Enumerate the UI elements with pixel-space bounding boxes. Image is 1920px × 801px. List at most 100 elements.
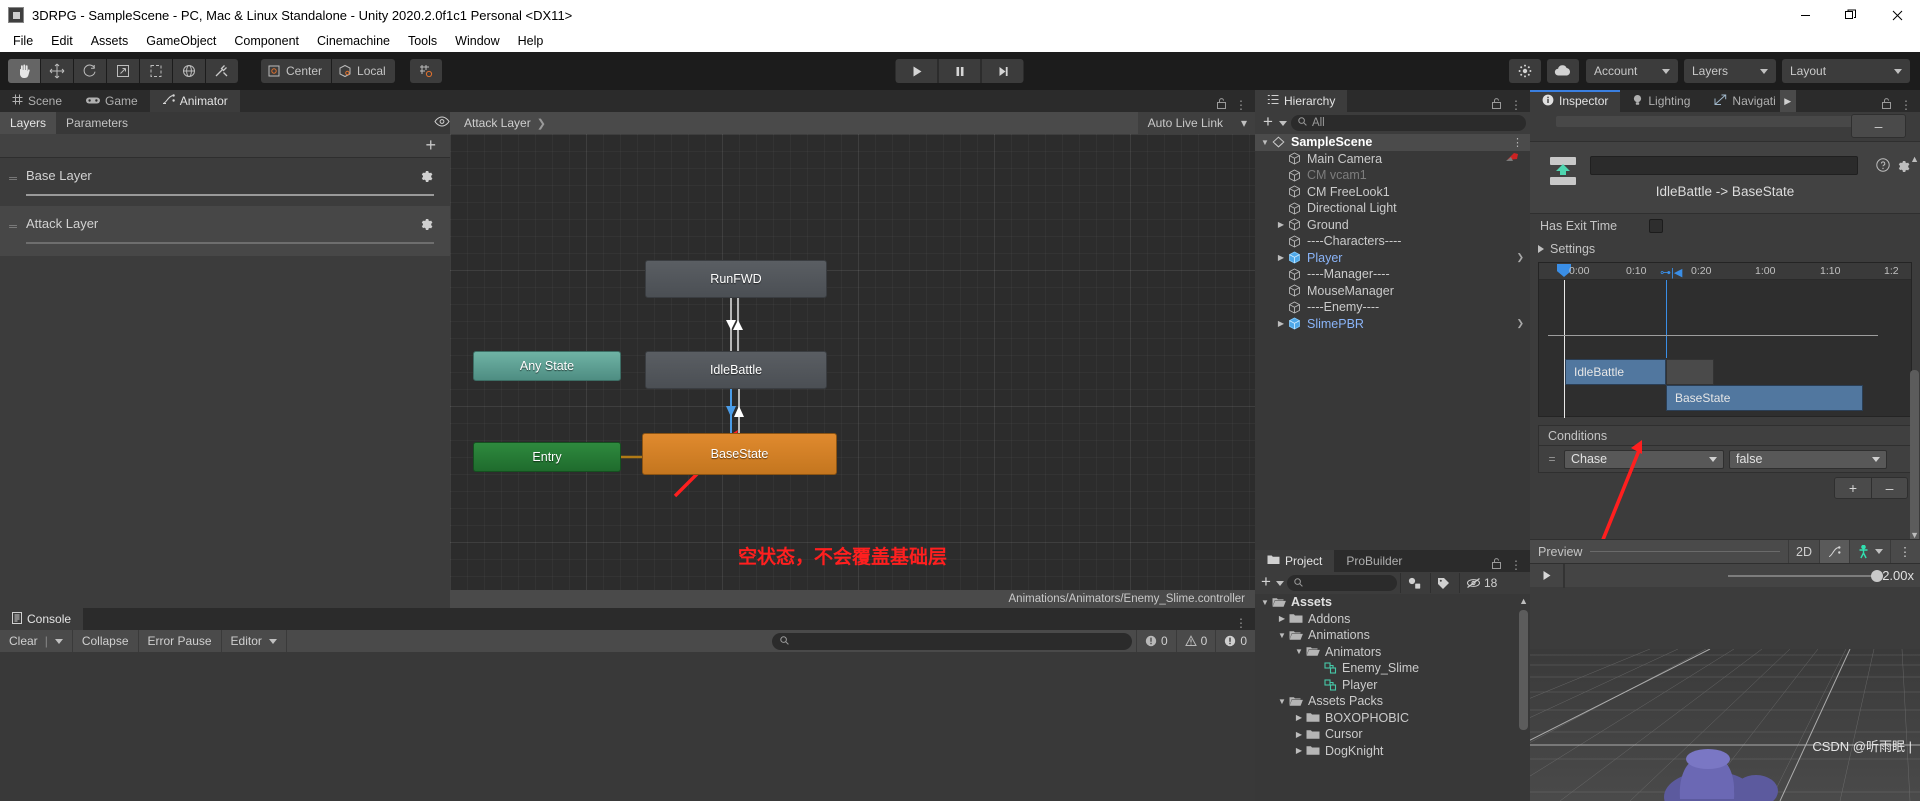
help-icon[interactable] [1876, 158, 1890, 175]
menu-cinemachine[interactable]: Cinemachine [308, 32, 399, 50]
console-tab-actions[interactable]: ⋮ [1235, 616, 1255, 630]
project-scroll-thumb[interactable] [1519, 610, 1528, 730]
timeline-playhead[interactable] [1564, 280, 1565, 418]
step-button[interactable] [981, 59, 1024, 83]
state-node-any-state[interactable]: Any State [473, 351, 621, 381]
preview-speed-knob[interactable] [1871, 569, 1884, 582]
inspector-tab-actions[interactable]: ⋮ [1881, 97, 1920, 112]
hierarchy-item-cm-freelook1[interactable]: CM FreeLook1 [1255, 184, 1530, 201]
hierarchy-item-player[interactable]: ▶ Player ❯ [1255, 250, 1530, 267]
editor-dropdown[interactable]: Editor [222, 630, 287, 652]
state-node-runfwd[interactable]: RunFWD [645, 260, 827, 298]
tab-hierarchy[interactable]: Hierarchy [1255, 90, 1348, 112]
main-toolbar[interactable]: Center Local Account Layers Layout [0, 52, 1920, 90]
layer-row-base[interactable]: ═ Base Layer [0, 158, 450, 208]
project-tab-actions[interactable]: ⋮ [1491, 557, 1530, 572]
chevron-down-icon[interactable] [1275, 580, 1284, 586]
filter-by-type-icon[interactable] [1399, 573, 1427, 593]
hierarchy-item-slimepbr[interactable]: ▶ SlimePBR ❯ [1255, 316, 1530, 333]
chevron-right-icon[interactable]: ▶ [1275, 319, 1287, 328]
project-item-animators[interactable]: ▼ Animators [1255, 644, 1530, 661]
preview-kebab-icon[interactable]: ⋮ [1890, 539, 1920, 564]
console-log-list[interactable] [0, 652, 1255, 801]
kebab-menu-icon[interactable]: ⋮ [1512, 136, 1524, 149]
preview-playbar[interactable]: 2.00x [1530, 563, 1920, 588]
pivot-group[interactable]: Center Local [261, 59, 396, 83]
pivot-center-button[interactable]: Center [261, 59, 332, 83]
hierarchy-item-ground[interactable]: ▶ Ground [1255, 217, 1530, 234]
chevron-down-icon[interactable]: ▼ [1276, 631, 1288, 640]
preview-bar[interactable]: Preview 2D ⋮ [1530, 539, 1920, 564]
lock-icon[interactable] [1491, 557, 1502, 572]
play-button[interactable] [895, 59, 938, 83]
animator-breadcrumb[interactable]: Attack Layer ❯ Auto Live Link ▾ [450, 112, 1255, 134]
has-exit-time-checkbox[interactable] [1649, 219, 1664, 233]
play-controls-group[interactable] [895, 59, 1025, 83]
project-item-assets-packs[interactable]: ▼ Assets Packs [1255, 693, 1530, 710]
tab-animator[interactable]: Animator [149, 90, 240, 112]
kebab-menu-icon[interactable]: ⋮ [1235, 616, 1248, 630]
project-tree[interactable]: ▼ Assets ▶ Addons ▼ Animations ▼ Animators Enemy… [1255, 594, 1530, 801]
error-pause-button[interactable]: Error Pause [139, 630, 222, 652]
layer-row-attack[interactable]: ═ Attack Layer [0, 206, 450, 256]
drag-handle-icon[interactable]: ═ [0, 168, 26, 185]
filter-by-label-icon[interactable] [1429, 573, 1456, 593]
project-scrollbar[interactable] [1519, 596, 1528, 796]
subtab-layers[interactable]: Layers [0, 112, 57, 134]
error-count-badge[interactable]: 0 [1215, 630, 1255, 652]
condition-row[interactable]: = Chase false [1539, 446, 1911, 472]
hierarchy-tabstrip[interactable]: Hierarchy ⋮ [1255, 90, 1530, 112]
animator-tabstrip[interactable]: Scene Game Animator ⋮ [0, 90, 1255, 112]
menu-component[interactable]: Component [225, 32, 308, 50]
hierarchy-search-input[interactable]: All [1290, 115, 1526, 131]
inspector-gear-icon[interactable] [1897, 158, 1911, 175]
project-search-input[interactable] [1286, 575, 1397, 591]
chevron-down-icon[interactable] [1875, 549, 1883, 554]
tab-navigation[interactable]: Navigati [1702, 90, 1780, 112]
menu-assets[interactable]: Assets [82, 32, 138, 50]
hierarchy-tree[interactable]: ▼ SampleScene ⋮ Main Camera CM vcam1 CM FreeL… [1255, 134, 1530, 550]
menu-bar[interactable]: File Edit Assets GameObject Component Ci… [0, 30, 1920, 52]
add-condition-button[interactable]: + [1835, 478, 1871, 498]
custom-tool-icon[interactable] [206, 59, 238, 83]
drag-handle-icon[interactable]: ═ [0, 216, 26, 233]
project-item-player[interactable]: Player [1255, 677, 1530, 694]
minimize-button[interactable] [1782, 0, 1828, 30]
settings-foldout[interactable]: Settings [1530, 238, 1920, 260]
inspector-top-field[interactable] [1556, 116, 1886, 127]
preview-pivot-button[interactable] [1819, 539, 1849, 564]
auto-live-link-button[interactable]: Auto Live Link [1137, 112, 1233, 134]
lock-icon[interactable] [1491, 97, 1502, 112]
hierarchy-item-main-camera[interactable]: Main Camera [1255, 151, 1530, 168]
chevron-right-icon[interactable]: ▶ [1276, 614, 1288, 623]
tab-probuilder[interactable]: ProBuilder [1334, 550, 1415, 572]
condition-drag-handle-icon[interactable]: = [1545, 452, 1559, 466]
chevron-down-icon[interactable] [268, 638, 277, 644]
menu-gameobject[interactable]: GameObject [137, 32, 225, 50]
menu-tools[interactable]: Tools [399, 32, 446, 50]
hierarchy-tab-actions[interactable]: ⋮ [1491, 97, 1530, 112]
chevron-right-icon[interactable]: ▶ [1293, 730, 1305, 739]
transform-tool-icon[interactable] [173, 59, 205, 83]
kebab-menu-icon[interactable]: ⋮ [1235, 98, 1248, 112]
tab-scene[interactable]: Scene [0, 90, 75, 112]
project-item-enemy-slime[interactable]: Enemy_Slime [1255, 660, 1530, 677]
menu-file[interactable]: File [4, 32, 42, 50]
clear-button[interactable]: Clear | [0, 630, 73, 652]
kebab-menu-icon[interactable]: ⋮ [1510, 558, 1523, 572]
hierarchy-item-cm-vcam1[interactable]: CM vcam1 [1255, 167, 1530, 184]
project-item-addons[interactable]: ▶ Addons [1255, 611, 1530, 628]
rotate-tool-icon[interactable] [74, 59, 106, 83]
rect-tool-icon[interactable] [140, 59, 172, 83]
collapse-minus-button[interactable]: – [1851, 114, 1906, 138]
menu-edit[interactable]: Edit [42, 32, 82, 50]
transition-name-field[interactable] [1590, 156, 1858, 175]
project-item-boxophobic[interactable]: ▶ BOXOPHOBIC [1255, 710, 1530, 727]
inspector-tabstrip[interactable]: Inspector Lighting Navigati ▶ ⋮ [1530, 90, 1920, 112]
grid-snap-icon[interactable] [409, 59, 442, 83]
tab-lighting[interactable]: Lighting [1620, 90, 1703, 112]
tab-game[interactable]: Game [74, 90, 150, 112]
state-node-basestate[interactable]: BaseState [642, 433, 837, 475]
kebab-menu-icon[interactable]: ⋮ [1900, 98, 1913, 112]
project-item-cursor[interactable]: ▶ Cursor [1255, 726, 1530, 743]
